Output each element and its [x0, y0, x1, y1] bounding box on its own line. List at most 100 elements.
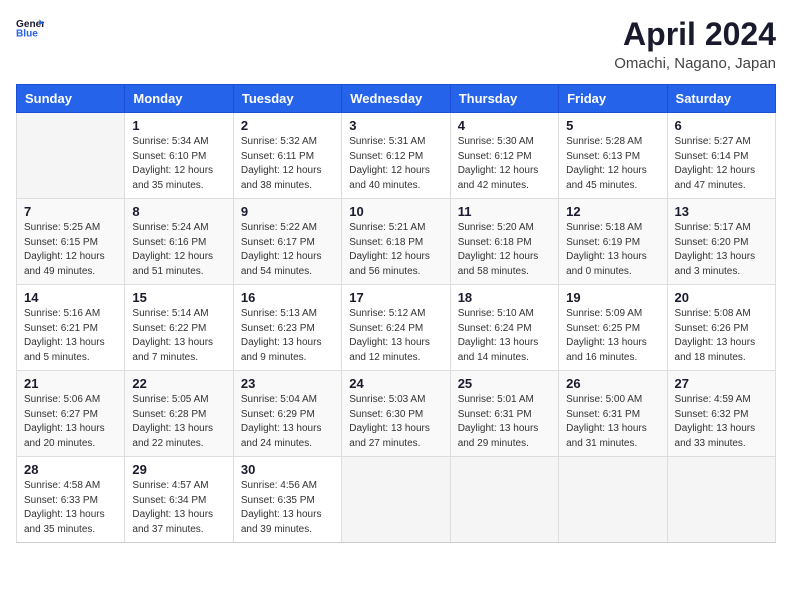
calendar-cell: 26 Sunrise: 5:00 AM Sunset: 6:31 PM Dayli… [559, 371, 667, 457]
day-info: Sunrise: 4:59 AM Sunset: 6:32 PM Dayligh… [675, 393, 768, 451]
calendar-cell: 25 Sunrise: 5:01 AM Sunset: 6:31 PM Dayli… [450, 371, 558, 457]
day-number: 16 [241, 290, 334, 305]
calendar-cell [17, 113, 125, 199]
day-number: 28 [24, 462, 117, 477]
day-number: 8 [132, 204, 225, 219]
calendar-cell: 28 Sunrise: 4:58 AM Sunset: 6:33 PM Dayli… [17, 457, 125, 543]
day-number: 17 [349, 290, 442, 305]
calendar-cell: 27 Sunrise: 4:59 AM Sunset: 6:32 PM Dayli… [667, 371, 775, 457]
day-number: 25 [458, 376, 551, 391]
logo: General Blue [16, 16, 44, 38]
day-number: 29 [132, 462, 225, 477]
day-number: 13 [675, 204, 768, 219]
day-number: 7 [24, 204, 117, 219]
calendar-cell: 17 Sunrise: 5:12 AM Sunset: 6:24 PM Dayli… [342, 285, 450, 371]
calendar-table: SundayMondayTuesdayWednesdayThursdayFrid… [16, 84, 776, 543]
day-info: Sunrise: 5:28 AM Sunset: 6:13 PM Dayligh… [566, 135, 659, 193]
day-info: Sunrise: 5:30 AM Sunset: 6:12 PM Dayligh… [458, 135, 551, 193]
calendar-cell: 13 Sunrise: 5:17 AM Sunset: 6:20 PM Dayli… [667, 199, 775, 285]
logo-icon: General Blue [16, 16, 44, 38]
day-number: 30 [241, 462, 334, 477]
calendar-cell: 4Sunrise: 5:30 AM Sunset: 6:12 PM Daylig… [450, 113, 558, 199]
day-info: Sunrise: 5:16 AM Sunset: 6:21 PM Dayligh… [24, 307, 117, 365]
day-number: 5 [566, 118, 659, 133]
calendar-cell: 15 Sunrise: 5:14 AM Sunset: 6:22 PM Dayli… [125, 285, 233, 371]
calendar-cell: 9 Sunrise: 5:22 AM Sunset: 6:17 PM Daylig… [233, 199, 341, 285]
day-number: 10 [349, 204, 442, 219]
day-number: 27 [675, 376, 768, 391]
day-number: 24 [349, 376, 442, 391]
calendar-cell: 8Sunrise: 5:24 AM Sunset: 6:16 PM Daylig… [125, 199, 233, 285]
page-header: General Blue April 2024 Omachi, Nagano, … [16, 16, 776, 72]
day-info: Sunrise: 5:25 AM Sunset: 6:15 PM Dayligh… [24, 221, 117, 279]
day-number: 1 [132, 118, 225, 133]
day-number: 26 [566, 376, 659, 391]
svg-text:Blue: Blue [16, 28, 38, 38]
day-number: 14 [24, 290, 117, 305]
weekday-header-tuesday: Tuesday [233, 85, 341, 113]
calendar-cell: 30Sunrise: 4:56 AM Sunset: 6:35 PM Dayli… [233, 457, 341, 543]
day-number: 3 [349, 118, 442, 133]
calendar-cell [450, 457, 558, 543]
location-title: Omachi, Nagano, Japan [614, 55, 776, 72]
weekday-header-saturday: Saturday [667, 85, 775, 113]
calendar-cell [559, 457, 667, 543]
day-number: 6 [675, 118, 768, 133]
day-info: Sunrise: 4:58 AM Sunset: 6:33 PM Dayligh… [24, 479, 117, 537]
calendar-cell: 2 Sunrise: 5:32 AM Sunset: 6:11 PM Daylig… [233, 113, 341, 199]
weekday-header-thursday: Thursday [450, 85, 558, 113]
calendar-cell: 16 Sunrise: 5:13 AM Sunset: 6:23 PM Dayli… [233, 285, 341, 371]
calendar-cell: 11 Sunrise: 5:20 AM Sunset: 6:18 PM Dayli… [450, 199, 558, 285]
weekday-header-row: SundayMondayTuesdayWednesdayThursdayFrid… [17, 85, 776, 113]
day-info: Sunrise: 5:10 AM Sunset: 6:24 PM Dayligh… [458, 307, 551, 365]
calendar-cell: 22 Sunrise: 5:05 AM Sunset: 6:28 PM Dayli… [125, 371, 233, 457]
day-info: Sunrise: 5:04 AM Sunset: 6:29 PM Dayligh… [241, 393, 334, 451]
day-number: 12 [566, 204, 659, 219]
day-number: 23 [241, 376, 334, 391]
weekday-header-monday: Monday [125, 85, 233, 113]
day-number: 11 [458, 204, 551, 219]
calendar-cell: 24 Sunrise: 5:03 AM Sunset: 6:30 PM Dayli… [342, 371, 450, 457]
day-info: Sunrise: 5:31 AM Sunset: 6:12 PM Dayligh… [349, 135, 442, 193]
weekday-header-wednesday: Wednesday [342, 85, 450, 113]
calendar-cell: 18 Sunrise: 5:10 AM Sunset: 6:24 PM Dayli… [450, 285, 558, 371]
weekday-header-friday: Friday [559, 85, 667, 113]
calendar-cell: 7 Sunrise: 5:25 AM Sunset: 6:15 PM Daylig… [17, 199, 125, 285]
calendar-cell: 19Sunrise: 5:09 AM Sunset: 6:25 PM Dayli… [559, 285, 667, 371]
calendar-cell [342, 457, 450, 543]
title-area: April 2024 Omachi, Nagano, Japan [614, 16, 776, 72]
day-info: Sunrise: 5:18 AM Sunset: 6:19 PM Dayligh… [566, 221, 659, 279]
calendar-cell: 21Sunrise: 5:06 AM Sunset: 6:27 PM Dayli… [17, 371, 125, 457]
day-number: 9 [241, 204, 334, 219]
calendar-cell: 1 Sunrise: 5:34 AM Sunset: 6:10 PM Daylig… [125, 113, 233, 199]
day-info: Sunrise: 5:09 AM Sunset: 6:25 PM Dayligh… [566, 307, 659, 365]
weekday-header-sunday: Sunday [17, 85, 125, 113]
day-info: Sunrise: 5:01 AM Sunset: 6:31 PM Dayligh… [458, 393, 551, 451]
calendar-cell [667, 457, 775, 543]
day-info: Sunrise: 5:22 AM Sunset: 6:17 PM Dayligh… [241, 221, 334, 279]
day-number: 15 [132, 290, 225, 305]
day-info: Sunrise: 5:32 AM Sunset: 6:11 PM Dayligh… [241, 135, 334, 193]
calendar-cell: 12 Sunrise: 5:18 AM Sunset: 6:19 PM Dayli… [559, 199, 667, 285]
day-info: Sunrise: 5:00 AM Sunset: 6:31 PM Dayligh… [566, 393, 659, 451]
day-info: Sunrise: 5:27 AM Sunset: 6:14 PM Dayligh… [675, 135, 768, 193]
day-info: Sunrise: 5:03 AM Sunset: 6:30 PM Dayligh… [349, 393, 442, 451]
day-info: Sunrise: 5:14 AM Sunset: 6:22 PM Dayligh… [132, 307, 225, 365]
day-info: Sunrise: 5:21 AM Sunset: 6:18 PM Dayligh… [349, 221, 442, 279]
day-info: Sunrise: 5:05 AM Sunset: 6:28 PM Dayligh… [132, 393, 225, 451]
day-info: Sunrise: 5:13 AM Sunset: 6:23 PM Dayligh… [241, 307, 334, 365]
day-info: Sunrise: 5:12 AM Sunset: 6:24 PM Dayligh… [349, 307, 442, 365]
day-info: Sunrise: 5:20 AM Sunset: 6:18 PM Dayligh… [458, 221, 551, 279]
calendar-cell: 3 Sunrise: 5:31 AM Sunset: 6:12 PM Daylig… [342, 113, 450, 199]
day-number: 20 [675, 290, 768, 305]
day-info: Sunrise: 5:17 AM Sunset: 6:20 PM Dayligh… [675, 221, 768, 279]
day-number: 21 [24, 376, 117, 391]
calendar-cell: 6 Sunrise: 5:27 AM Sunset: 6:14 PM Daylig… [667, 113, 775, 199]
calendar-cell: 29Sunrise: 4:57 AM Sunset: 6:34 PM Dayli… [125, 457, 233, 543]
day-number: 18 [458, 290, 551, 305]
calendar-cell: 20Sunrise: 5:08 AM Sunset: 6:26 PM Dayli… [667, 285, 775, 371]
calendar-cell: 10 Sunrise: 5:21 AM Sunset: 6:18 PM Dayli… [342, 199, 450, 285]
day-info: Sunrise: 5:34 AM Sunset: 6:10 PM Dayligh… [132, 135, 225, 193]
day-number: 22 [132, 376, 225, 391]
day-number: 2 [241, 118, 334, 133]
